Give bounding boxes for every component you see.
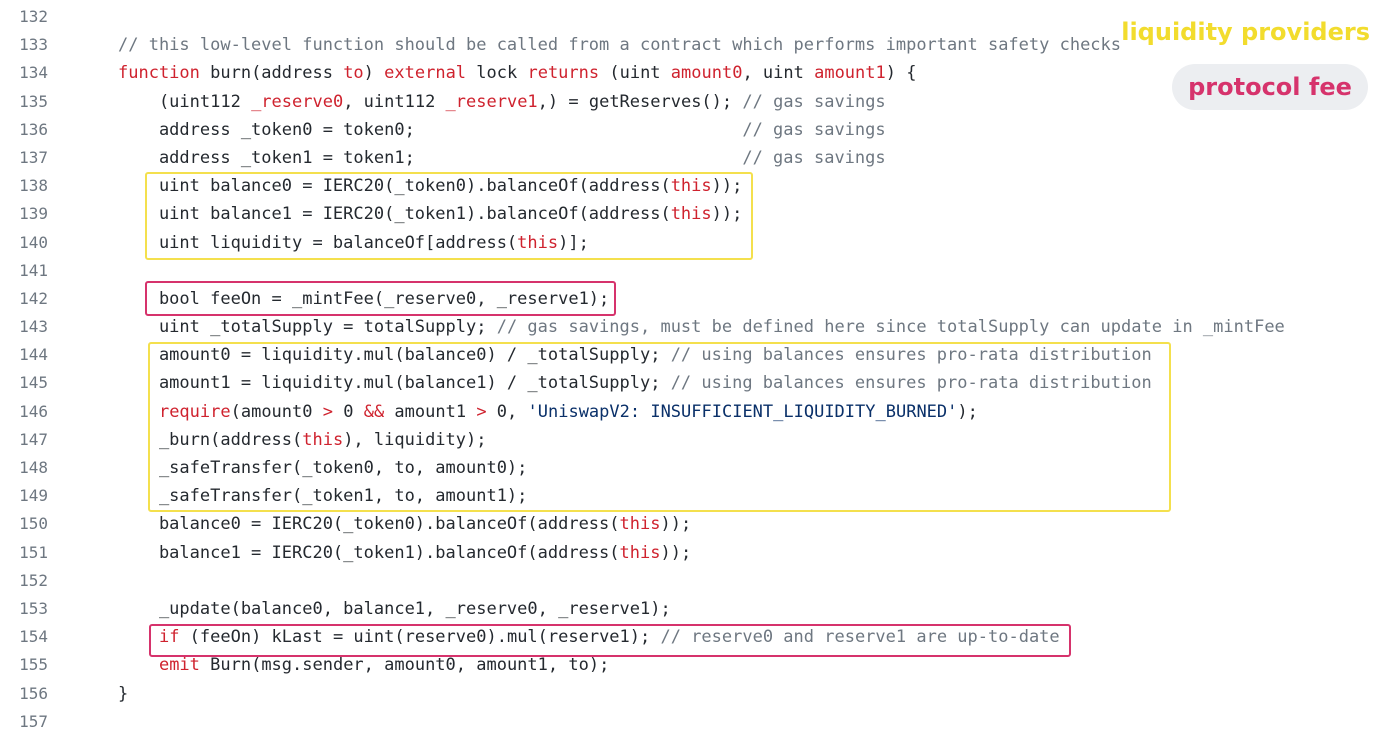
code-token: , uint bbox=[742, 63, 815, 84]
line-number: 140 bbox=[19, 232, 48, 252]
line-number: 155 bbox=[19, 655, 48, 675]
code-token: ,) = getReserves(); bbox=[537, 91, 743, 112]
code-token: )); bbox=[660, 514, 692, 535]
line-number: 136 bbox=[19, 119, 48, 139]
code-line: 152 bbox=[0, 567, 1400, 595]
line-number: 134 bbox=[19, 63, 48, 83]
code-token: lock bbox=[466, 63, 528, 84]
code-token: external bbox=[384, 63, 467, 84]
code-token: // gas savings bbox=[742, 147, 886, 168]
code-text: _update(balance0, balance1, _reserve0, _… bbox=[118, 595, 671, 623]
code-token: _reserve0 bbox=[251, 91, 344, 112]
code-token: amount0 bbox=[670, 63, 743, 84]
line-number: 142 bbox=[19, 288, 48, 308]
code-line: 150 balance0 = IERC20(_token0).balanceOf… bbox=[0, 510, 1400, 538]
code-token: uint _totalSupply = totalSupply; bbox=[118, 317, 497, 338]
line-number: 138 bbox=[19, 176, 48, 196]
line-number: 146 bbox=[19, 401, 48, 421]
protocol-fee-highlight-box bbox=[145, 281, 616, 316]
line-number: 151 bbox=[19, 542, 48, 562]
code-text: // this low-level function should be cal… bbox=[118, 31, 1121, 59]
code-token: function bbox=[118, 63, 200, 84]
code-token: } bbox=[118, 683, 129, 704]
code-token: to bbox=[343, 63, 364, 84]
liquidity-provider-highlight-box bbox=[148, 342, 1171, 512]
code-token: amount1 bbox=[814, 63, 886, 84]
code-text: (uint112 _reserve0, uint112 _reserve1,) … bbox=[118, 88, 886, 116]
code-token: emit bbox=[158, 655, 200, 676]
line-number: 141 bbox=[19, 260, 48, 280]
code-token: burn(address bbox=[199, 63, 344, 84]
line-number: 145 bbox=[19, 373, 48, 393]
code-token: )); bbox=[660, 542, 692, 563]
code-token: address _token0 = token0; bbox=[118, 119, 743, 140]
liquidity-provider-highlight-box bbox=[145, 172, 753, 260]
line-number: 137 bbox=[19, 147, 48, 167]
line-number: 135 bbox=[19, 91, 48, 111]
code-token: ) bbox=[363, 63, 385, 84]
code-token: // gas savings bbox=[742, 91, 886, 112]
line-number: 139 bbox=[19, 204, 48, 224]
code-token: address _token1 = token1; bbox=[118, 147, 743, 168]
code-token: // gas savings bbox=[742, 119, 886, 140]
code-token: this bbox=[619, 514, 661, 535]
protocol-fee-highlight-box bbox=[149, 624, 1071, 657]
code-token: balance1 = IERC20(_token1).balanceOf(add… bbox=[118, 542, 620, 563]
code-text: function burn(address to) external lock … bbox=[118, 59, 916, 87]
code-token: // gas savings, must be defined here sin… bbox=[496, 317, 1285, 338]
line-number: 147 bbox=[19, 429, 48, 449]
code-line: 137 address _token1 = token1; // gas sav… bbox=[0, 144, 1400, 172]
line-number: 132 bbox=[19, 7, 48, 26]
code-text: uint _totalSupply = totalSupply; // gas … bbox=[118, 313, 1285, 341]
code-text: } bbox=[118, 680, 128, 708]
code-token: (uint bbox=[599, 63, 671, 84]
code-text: address _token1 = token1; // gas savings bbox=[118, 144, 886, 172]
code-token: // this low-level function should be cal… bbox=[118, 35, 1122, 56]
code-token: balance0 = IERC20(_token0).balanceOf(add… bbox=[118, 514, 620, 535]
line-number: 144 bbox=[19, 345, 48, 365]
code-token: Burn(msg.sender, amount0, amount1, to); bbox=[199, 655, 610, 676]
code-token: _update(balance0, balance1, _reserve0, _… bbox=[118, 598, 671, 619]
code-token: _reserve1 bbox=[445, 91, 538, 112]
code-text: address _token0 = token0; // gas savings bbox=[118, 116, 886, 144]
line-number: 149 bbox=[19, 486, 48, 506]
code-token: returns bbox=[527, 63, 600, 84]
code-line: 136 address _token0 = token0; // gas sav… bbox=[0, 116, 1400, 144]
line-number: 150 bbox=[19, 514, 48, 534]
line-number: 143 bbox=[19, 317, 48, 337]
code-text: balance0 = IERC20(_token0).balanceOf(add… bbox=[118, 510, 691, 538]
code-token: ) { bbox=[885, 63, 917, 84]
code-text: balance1 = IERC20(_token1).balanceOf(add… bbox=[118, 539, 691, 567]
line-number: 153 bbox=[19, 598, 48, 618]
line-number: 133 bbox=[19, 35, 48, 55]
code-token: this bbox=[619, 542, 661, 563]
line-number: 152 bbox=[19, 570, 48, 590]
code-token: , uint112 bbox=[343, 91, 446, 112]
line-number: 148 bbox=[19, 458, 48, 477]
code-token: (uint112 bbox=[118, 91, 252, 112]
code-line: 151 balance1 = IERC20(_token1).balanceOf… bbox=[0, 539, 1400, 567]
legend-liquidity-providers: liquidity providers bbox=[1121, 18, 1370, 46]
line-number: 154 bbox=[19, 627, 48, 647]
code-line: 156} bbox=[0, 680, 1400, 708]
code-line: 143 uint _totalSupply = totalSupply; // … bbox=[0, 313, 1400, 341]
code-line: 153 _update(balance0, balance1, _reserve… bbox=[0, 595, 1400, 623]
legend-protocol-fee: protocol fee bbox=[1172, 64, 1368, 110]
line-number: 156 bbox=[19, 683, 48, 703]
